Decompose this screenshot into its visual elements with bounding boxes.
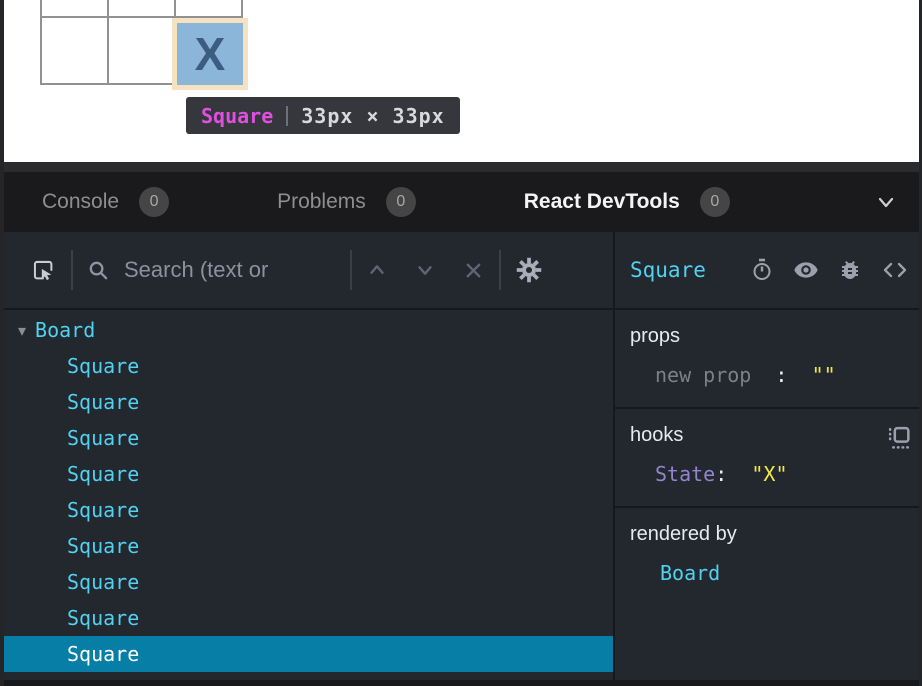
component-name: Square <box>67 498 139 522</box>
hooks-state-row: State: "X" <box>630 462 910 486</box>
component-name: Square <box>67 534 139 558</box>
hook-name: State <box>655 462 715 486</box>
component-tree: ▾ Board Square Square Square Square Squa… <box>0 310 613 680</box>
board-square[interactable] <box>109 18 174 83</box>
component-name: Square <box>67 462 139 486</box>
hook-separator: : <box>715 462 727 486</box>
timer-icon[interactable] <box>750 258 774 282</box>
bug-icon[interactable] <box>838 258 862 282</box>
tab-badge: 0 <box>386 187 416 217</box>
board-square[interactable] <box>109 0 174 16</box>
toolbar-divider <box>71 250 73 290</box>
rendered-by-owner-link[interactable]: Board <box>660 561 720 585</box>
component-name: Board <box>35 318 95 342</box>
tree-row-square-selected[interactable]: Square <box>0 636 613 672</box>
component-inspector-panel: Square <box>613 232 922 680</box>
gear-icon[interactable] <box>515 256 543 284</box>
inspector-header-icons <box>750 257 909 283</box>
tooltip-component-name: Square <box>201 104 273 128</box>
component-name: Square <box>67 390 139 414</box>
tree-row-square[interactable]: Square <box>0 420 613 456</box>
search-nav-group <box>366 259 485 282</box>
eye-icon[interactable] <box>793 257 819 283</box>
tab-badge: 0 <box>139 187 169 217</box>
component-name: Square <box>67 426 139 450</box>
tooltip-size: 33px × 33px <box>301 104 444 128</box>
component-name: Square <box>67 354 139 378</box>
tree-row-square[interactable]: Square <box>0 600 613 636</box>
components-tree-panel: ▾ Board Square Square Square Square Squa… <box>0 232 613 680</box>
tab-console[interactable]: Console 0 <box>42 187 169 217</box>
tree-toolbar <box>0 232 613 310</box>
board-square[interactable] <box>176 0 241 16</box>
board-square[interactable] <box>42 0 107 16</box>
inspect-element-icon[interactable] <box>30 257 57 284</box>
close-icon[interactable] <box>462 259 485 282</box>
chevron-up-icon[interactable] <box>366 259 388 281</box>
component-name: Square <box>67 606 139 630</box>
hooks-section: hooks State: "X" <box>615 409 922 508</box>
inspect-highlight-overlay: X <box>172 18 248 90</box>
window-left-edge <box>0 0 4 686</box>
props-title: props <box>630 325 910 348</box>
component-name: Square <box>67 642 139 666</box>
expander-icon[interactable]: ▾ <box>18 321 26 340</box>
react-devtools-panel: ▾ Board Square Square Square Square Squa… <box>0 232 922 680</box>
tree-row-square[interactable]: Square <box>0 528 613 564</box>
tree-row-square[interactable]: Square <box>0 384 613 420</box>
devtools-tab-bar: Console 0 Problems 0 React DevTools 0 <box>0 172 922 232</box>
chevron-down-icon[interactable] <box>414 259 436 281</box>
parse-hooks-icon[interactable] <box>887 425 912 450</box>
tree-row-square[interactable]: Square <box>0 348 613 384</box>
selected-component-title: Square <box>630 258 706 282</box>
props-new-prop-row: new prop : "" <box>630 363 910 387</box>
highlighted-square[interactable]: X <box>177 23 243 85</box>
rendered-by-row: Board <box>630 561 910 585</box>
search-input[interactable] <box>124 257 336 283</box>
search-icon <box>87 259 110 282</box>
tab-badge: 0 <box>700 187 730 217</box>
toolbar-divider <box>499 250 501 290</box>
rendered-by-section: rendered by Board <box>615 508 922 680</box>
prop-separator: : <box>775 363 787 387</box>
prop-value-placeholder[interactable]: "" <box>812 363 836 387</box>
component-name: Square <box>67 570 139 594</box>
browser-page: X Square 33px × 33px <box>0 0 922 162</box>
rendered-by-title: rendered by <box>630 523 910 546</box>
tab-label: React DevTools <box>524 190 680 214</box>
props-section: props new prop : "" <box>615 310 922 409</box>
inspector-header: Square <box>615 232 922 310</box>
board-square[interactable] <box>42 18 107 83</box>
window-bottom-edge <box>0 680 922 686</box>
chevron-down-icon[interactable] <box>874 190 898 214</box>
toolbar-divider <box>350 250 352 290</box>
tree-row-square[interactable]: Square <box>0 456 613 492</box>
tab-problems[interactable]: Problems 0 <box>277 187 416 217</box>
tab-react-devtools[interactable]: React DevTools 0 <box>524 187 730 217</box>
tree-row-square[interactable]: Square <box>0 564 613 600</box>
tree-row-square[interactable]: Square <box>0 492 613 528</box>
tree-row-board[interactable]: ▾ Board <box>0 312 613 348</box>
devtools-top-edge <box>0 162 922 172</box>
hook-value[interactable]: "X" <box>751 462 787 486</box>
tooltip-divider <box>286 106 288 126</box>
tab-label: Problems <box>277 190 366 214</box>
hooks-title: hooks <box>630 424 910 447</box>
prop-key-placeholder[interactable]: new prop <box>655 363 751 387</box>
inspect-tooltip: Square 33px × 33px <box>186 97 460 134</box>
tab-label: Console <box>42 190 119 214</box>
code-icon[interactable] <box>881 258 909 282</box>
